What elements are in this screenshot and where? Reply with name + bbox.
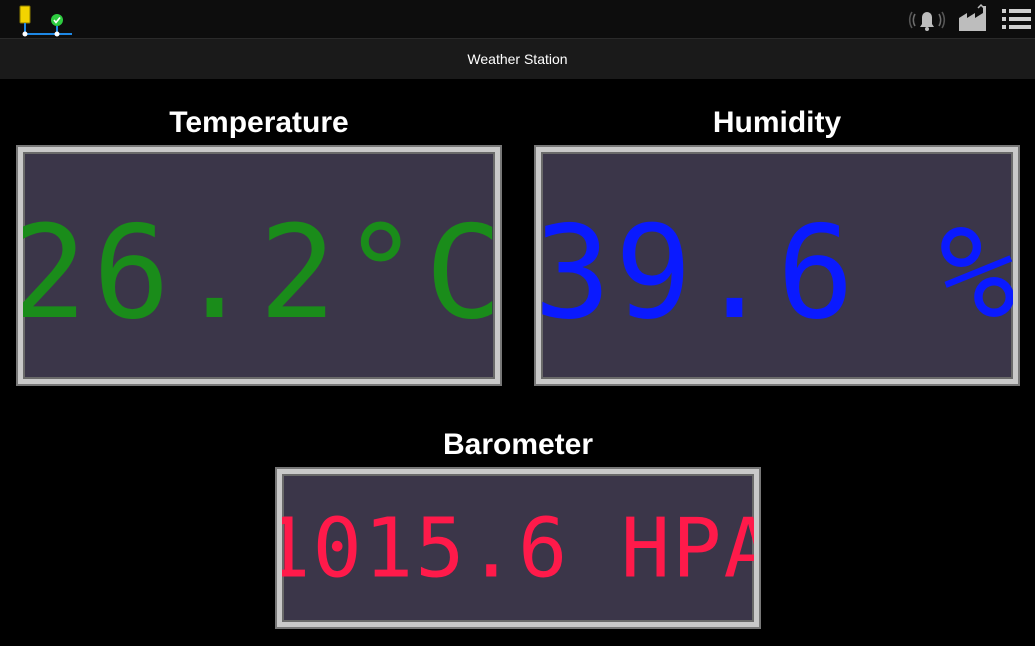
humidity-lcd: 39.6 % xyxy=(541,199,1013,348)
humidity-value: 39.6 % xyxy=(541,199,1013,348)
menu-icon[interactable] xyxy=(1000,0,1035,38)
humidity-label: Humidity xyxy=(712,106,842,139)
factory-icon[interactable] xyxy=(956,0,988,38)
temperature-label: Temperature xyxy=(169,106,349,139)
barometer-display: 1015.6 HPA xyxy=(277,469,759,627)
title-bar: Weather Station xyxy=(0,39,1035,79)
temperature-lcd: 26.2°C xyxy=(23,199,495,348)
bell-icon[interactable] xyxy=(906,0,946,38)
device-connection-icon[interactable] xyxy=(14,0,76,38)
barometer-label: Barometer xyxy=(442,428,594,461)
temperature-value: 26.2°C xyxy=(23,199,495,348)
barometer-value: 1015.6 HPA xyxy=(282,501,754,596)
temperature-display: 26.2°C xyxy=(18,147,500,384)
top-status-bar xyxy=(0,0,1035,39)
page-title: Weather Station xyxy=(467,51,568,67)
phone-icon xyxy=(19,5,31,24)
humidity-display: 39.6 % xyxy=(536,147,1018,384)
barometer-lcd: 1015.6 HPA xyxy=(282,501,754,596)
